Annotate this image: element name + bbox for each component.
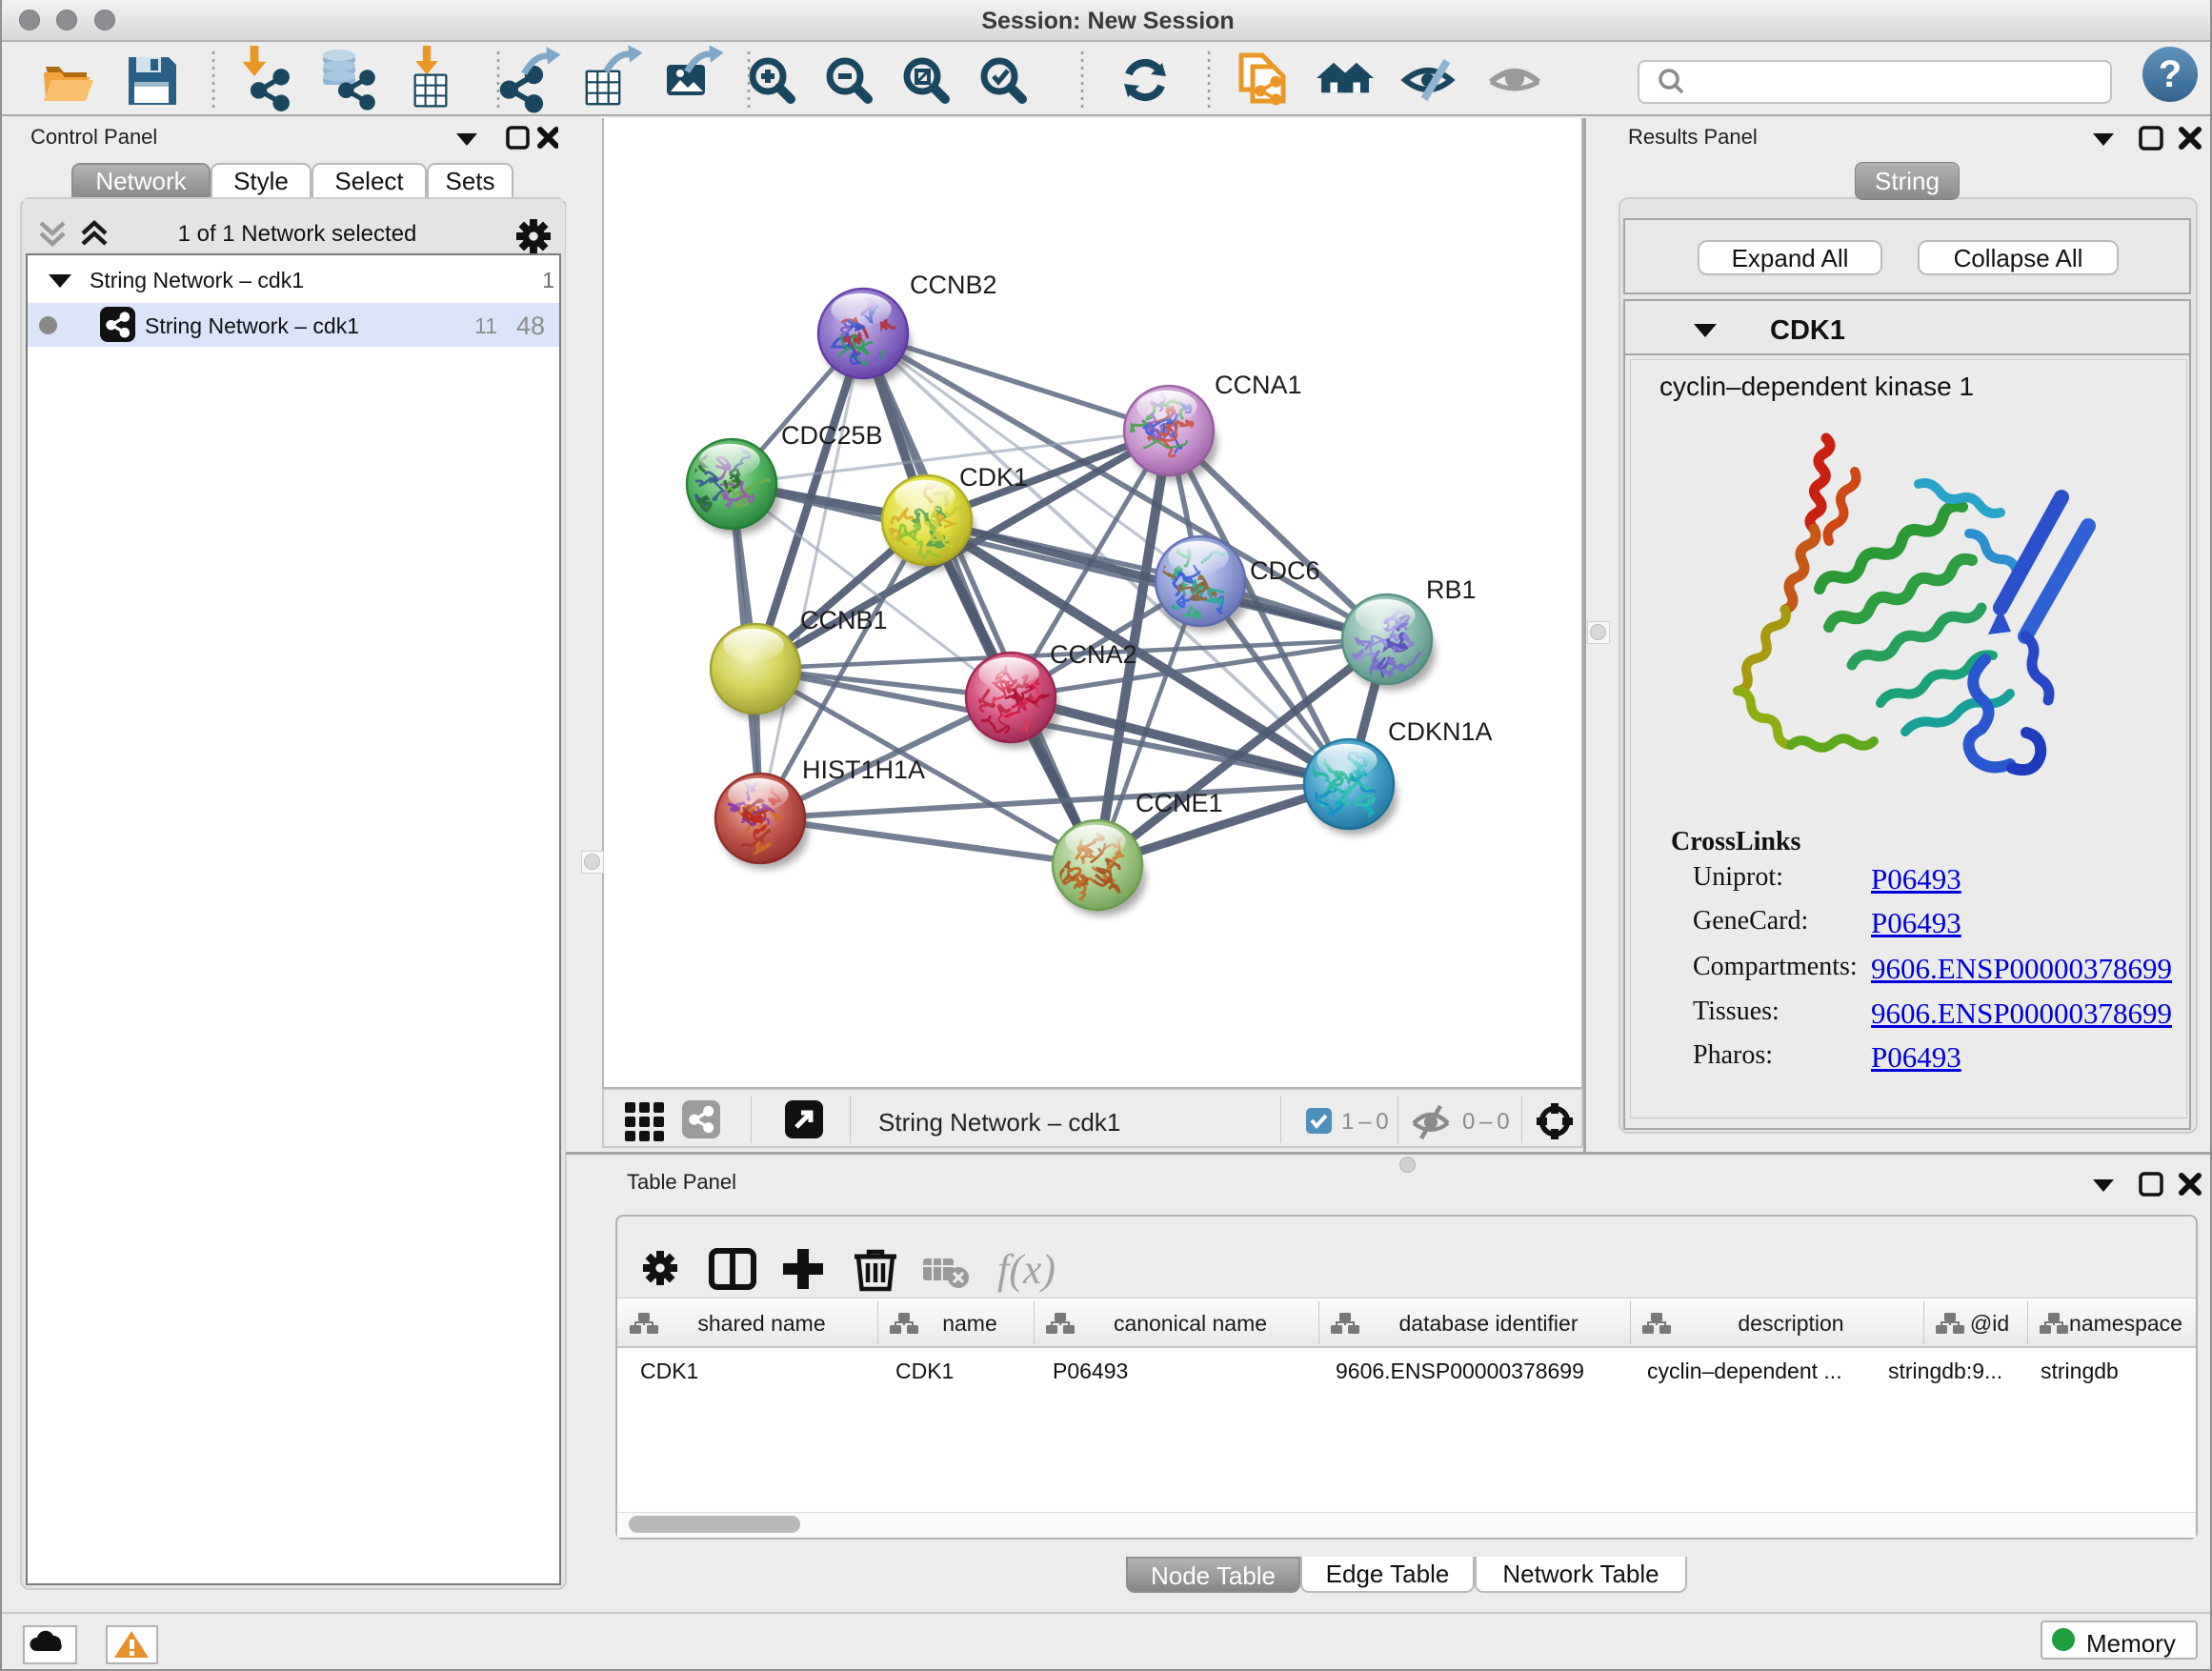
svg-text:CCNA2: CCNA2 — [1050, 640, 1137, 669]
svg-text:CDC25B: CDC25B — [781, 421, 883, 450]
svg-text:f(x): f(x) — [997, 1246, 1056, 1293]
svg-text:CCNE1: CCNE1 — [1136, 789, 1223, 817]
svg-text:RB1: RB1 — [1426, 575, 1477, 604]
svg-text:CCNB2: CCNB2 — [910, 271, 997, 299]
svg-text:CDKN1A: CDKN1A — [1388, 717, 1493, 746]
svg-text:HIST1H1A: HIST1H1A — [802, 755, 925, 784]
svg-text:CCNA1: CCNA1 — [1215, 371, 1302, 399]
svg-text:CDC6: CDC6 — [1250, 556, 1320, 585]
svg-text:CDK1: CDK1 — [959, 463, 1028, 492]
svg-text:CCNB1: CCNB1 — [800, 606, 888, 634]
